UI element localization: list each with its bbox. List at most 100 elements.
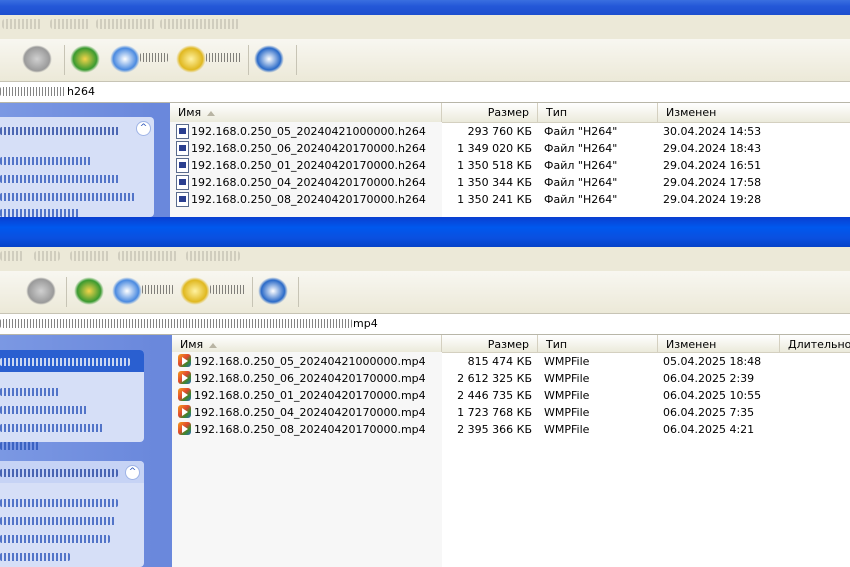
menu-item-favorites[interactable] xyxy=(118,251,178,261)
window1-titlebar[interactable] xyxy=(0,0,850,15)
search-button-label[interactable] xyxy=(140,53,168,62)
window2-address-bar[interactable]: mp4 xyxy=(0,314,850,335)
file-type: WMPFile xyxy=(544,389,590,402)
task-link[interactable] xyxy=(0,442,40,450)
up-folder-icon[interactable] xyxy=(70,45,100,73)
file-row[interactable]: 192.168.0.250_06_20240420170000.h264 1 3… xyxy=(170,140,850,157)
menu-item-edit[interactable] xyxy=(34,251,60,261)
address-value[interactable]: h264 xyxy=(67,85,95,98)
file-row[interactable]: 192.168.0.250_04_20240420170000.h264 1 3… xyxy=(170,174,850,191)
address-value[interactable]: mp4 xyxy=(353,317,378,330)
toolbar-separator xyxy=(298,277,299,307)
task-link[interactable] xyxy=(0,157,92,165)
column-modified-label: Изменен xyxy=(666,106,717,119)
column-name[interactable]: Имя xyxy=(170,103,442,122)
file-type: Файл "H264" xyxy=(544,159,618,172)
task-link[interactable] xyxy=(0,424,104,432)
task-pane-box: ^ xyxy=(0,461,144,567)
column-size-label: Размер xyxy=(487,106,529,119)
search-icon[interactable] xyxy=(112,277,142,305)
file-row[interactable]: 192.168.0.250_06_20240420170000.mp4 2 61… xyxy=(172,370,850,387)
menu-item-file[interactable] xyxy=(2,19,42,29)
folders-button-label[interactable] xyxy=(206,53,242,62)
h264-file-icon xyxy=(176,141,189,156)
column-name[interactable]: Имя xyxy=(172,335,442,352)
search-icon[interactable] xyxy=(110,45,140,73)
column-size[interactable]: Размер xyxy=(442,335,538,352)
file-type: WMPFile xyxy=(544,423,590,436)
task-pane-header[interactable] xyxy=(0,127,120,135)
forward-icon[interactable] xyxy=(22,45,52,73)
toolbar-separator xyxy=(66,277,67,307)
menu-item-view[interactable] xyxy=(96,19,156,29)
window1-pane-divider[interactable] xyxy=(156,103,170,217)
forward-icon[interactable] xyxy=(26,277,56,305)
file-type: WMPFile xyxy=(544,372,590,385)
file-size: 293 760 КБ xyxy=(467,125,532,138)
column-size[interactable]: Размер xyxy=(442,103,538,122)
h264-file-icon xyxy=(176,192,189,207)
up-folder-icon[interactable] xyxy=(74,277,104,305)
task-link[interactable] xyxy=(0,553,70,561)
toolbar-separator xyxy=(248,45,249,75)
folders-icon[interactable] xyxy=(180,277,210,305)
sort-ascending-icon xyxy=(209,342,218,348)
file-row[interactable]: 192.168.0.250_05_20240421000000.mp4 815 … xyxy=(172,353,850,370)
column-type[interactable]: Тип xyxy=(538,335,658,352)
views-icon[interactable] xyxy=(254,45,284,73)
task-link[interactable] xyxy=(0,193,136,201)
chevron-up-icon[interactable]: ^ xyxy=(136,121,151,136)
views-icon[interactable] xyxy=(258,277,288,305)
task-link[interactable] xyxy=(0,406,88,414)
file-name: 192.168.0.250_04_20240420170000.mp4 xyxy=(194,406,426,419)
folders-icon[interactable] xyxy=(176,45,206,73)
file-size: 1 350 241 КБ xyxy=(457,193,532,206)
file-row[interactable]: 192.168.0.250_01_20240420170000.mp4 2 44… xyxy=(172,387,850,404)
task-pane-header[interactable] xyxy=(0,469,118,477)
task-pane-header[interactable] xyxy=(0,358,130,366)
list-header: Имя Размер Тип Изменен Длительность xyxy=(172,335,850,353)
menu-item-favorites[interactable] xyxy=(160,19,240,29)
column-type[interactable]: Тип xyxy=(538,103,658,122)
menu-item-edit[interactable] xyxy=(50,19,90,29)
column-type-label: Тип xyxy=(546,338,568,351)
toolbar-separator xyxy=(252,277,253,307)
task-link[interactable] xyxy=(0,388,60,396)
column-modified[interactable]: Изменен xyxy=(658,103,850,122)
task-link[interactable] xyxy=(0,209,80,217)
task-link[interactable] xyxy=(0,535,110,543)
chevron-up-icon[interactable]: ^ xyxy=(125,465,140,480)
search-button-label[interactable] xyxy=(142,285,174,294)
window1-file-list: Имя Размер Тип Изменен 192.168.0.250_05_… xyxy=(170,103,850,217)
window2-menubar xyxy=(0,247,850,272)
task-link[interactable] xyxy=(0,499,118,507)
window2-titlebar[interactable] xyxy=(0,217,850,247)
file-row[interactable]: 192.168.0.250_08_20240420170000.h264 1 3… xyxy=(170,191,850,208)
menu-item-help[interactable] xyxy=(186,251,240,261)
file-type: Файл "H264" xyxy=(544,176,618,189)
list-header: Имя Размер Тип Изменен xyxy=(170,103,850,123)
file-modified: 29.04.2024 19:28 xyxy=(663,193,762,206)
task-link[interactable] xyxy=(0,517,116,525)
menu-item-view[interactable] xyxy=(70,251,110,261)
file-row[interactable]: 192.168.0.250_05_20240421000000.h264 293… xyxy=(170,123,850,140)
window2-file-list: Имя Размер Тип Изменен Длительность 192.… xyxy=(172,335,850,567)
file-row[interactable]: 192.168.0.250_04_20240420170000.mp4 1 72… xyxy=(172,404,850,421)
file-modified: 06.04.2025 10:55 xyxy=(663,389,762,402)
task-link[interactable] xyxy=(0,175,120,183)
window2-pane-divider[interactable] xyxy=(156,335,172,567)
window1-address-bar[interactable]: h264 xyxy=(0,82,850,103)
folders-button-label[interactable] xyxy=(210,285,246,294)
address-path-blur xyxy=(0,87,66,96)
file-modified: 30.04.2024 14:53 xyxy=(663,125,762,138)
file-row[interactable]: 192.168.0.250_08_20240420170000.mp4 2 39… xyxy=(172,421,850,438)
column-modified[interactable]: Изменен xyxy=(658,335,780,352)
menu-item-file[interactable] xyxy=(0,251,24,261)
file-size: 1 349 020 КБ xyxy=(457,142,532,155)
window1-toolbar xyxy=(0,39,850,82)
wmp-file-icon xyxy=(178,388,191,401)
column-duration[interactable]: Длительность xyxy=(780,335,850,352)
file-row[interactable]: 192.168.0.250_01_20240420170000.h264 1 3… xyxy=(170,157,850,174)
window2-task-pane: ^ xyxy=(0,335,156,567)
file-name: 192.168.0.250_01_20240420170000.h264 xyxy=(191,159,426,172)
